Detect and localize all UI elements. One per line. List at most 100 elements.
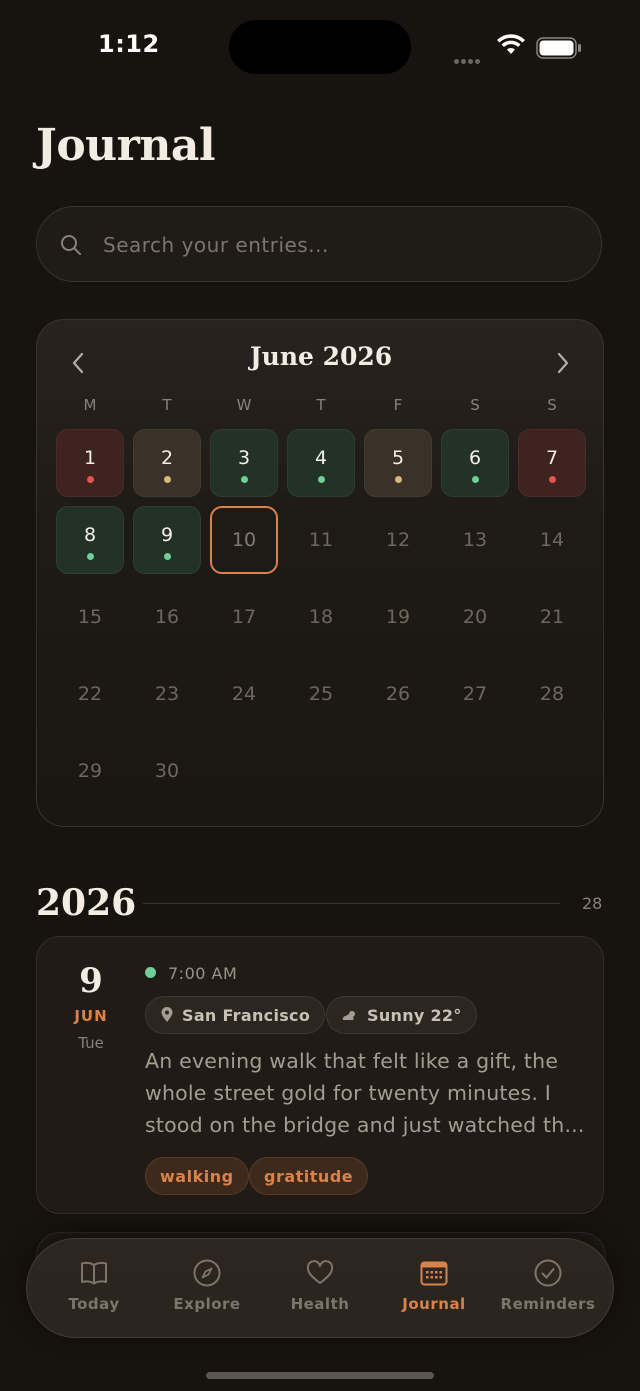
weather-partly-sunny-icon	[342, 1011, 355, 1020]
calendar-day-number: 11	[308, 529, 334, 551]
calendar-icon	[420, 1261, 448, 1286]
calendar-day-number: 20	[462, 606, 488, 628]
entry-time: 7:00 AM	[168, 964, 238, 983]
tag-chip[interactable]: walking	[145, 1157, 249, 1195]
tab-today[interactable]: Today	[37, 1257, 151, 1323]
weather-label: Sunny 22°	[367, 1005, 462, 1025]
page-title: Journal	[36, 120, 216, 171]
calendar-day-number: 29	[77, 760, 103, 782]
search-input[interactable]	[101, 207, 575, 283]
book-icon	[81, 1261, 107, 1285]
location-pin-icon	[161, 1007, 173, 1022]
mood-dot	[241, 476, 248, 483]
search-bar[interactable]	[36, 206, 602, 283]
calendar-day-number: 8	[83, 524, 97, 546]
calendar-day[interactable]: 11	[287, 506, 355, 574]
calendar-day-number: 23	[154, 683, 180, 705]
calendar-day-number: 3	[237, 447, 251, 469]
status-bar: 1:12	[0, 0, 640, 90]
location-chip[interactable]: San Francisco	[145, 996, 326, 1034]
calendar-day[interactable]: 16	[133, 583, 201, 651]
calendar-day-today[interactable]: 10	[210, 506, 278, 574]
calendar-day[interactable]: 13	[441, 506, 509, 574]
mood-dot	[549, 476, 556, 483]
calendar-day[interactable]: 2	[133, 429, 201, 497]
calendar-day[interactable]: 7	[518, 429, 586, 497]
weekday-label: S	[470, 396, 480, 414]
weekday-label: W	[236, 396, 252, 414]
calendar-day[interactable]: 24	[210, 660, 278, 728]
calendar-day[interactable]: 18	[287, 583, 355, 651]
entry-count: 28	[582, 894, 603, 913]
mood-dot	[472, 476, 479, 483]
calendar-day[interactable]: 15	[56, 583, 124, 651]
location-label: San Francisco	[182, 1005, 311, 1025]
tag-chip[interactable]: gratitude	[249, 1157, 369, 1195]
calendar-day[interactable]: 30	[133, 737, 201, 805]
calendar-day[interactable]: 12	[364, 506, 432, 574]
calendar-day[interactable]: 5	[364, 429, 432, 497]
divider	[143, 903, 560, 904]
tab-explore[interactable]: Explore	[150, 1257, 264, 1323]
calendar-day[interactable]: 23	[133, 660, 201, 728]
calendar-day[interactable]: 22	[56, 660, 124, 728]
calendar-day-number: 1	[83, 447, 97, 469]
calendar-day[interactable]: 29	[56, 737, 124, 805]
calendar-day[interactable]: 1	[56, 429, 124, 497]
entry-month: JUN	[74, 1007, 108, 1025]
tab-reminders[interactable]: Reminders	[491, 1257, 605, 1323]
wifi-icon	[497, 34, 525, 54]
journal-entry-card[interactable]: 9 JUN Tue 7:00 AM San Francisco Sunny 22…	[36, 936, 604, 1214]
mood-dot	[145, 967, 156, 978]
calendar-day[interactable]: 8	[56, 506, 124, 574]
next-month-button[interactable]	[548, 348, 578, 378]
calendar-day-number: 17	[231, 606, 257, 628]
dynamic-island	[229, 20, 411, 74]
battery-icon	[536, 37, 581, 59]
calendar-day-number: 4	[314, 447, 328, 469]
calendar-day-number: 10	[231, 529, 257, 551]
calendar-day-number: 16	[154, 606, 180, 628]
calendar-day-number: 6	[468, 447, 482, 469]
weekday-label: T	[162, 396, 172, 414]
weekday-label: T	[316, 396, 326, 414]
calendar-day-number: 19	[385, 606, 411, 628]
home-indicator	[206, 1372, 434, 1379]
calendar-day[interactable]: 9	[133, 506, 201, 574]
tab-health[interactable]: Health	[263, 1257, 377, 1323]
calendar-day[interactable]: 17	[210, 583, 278, 651]
calendar-day-number: 14	[539, 529, 565, 551]
weather-chip[interactable]: Sunny 22°	[326, 996, 477, 1034]
calendar-day-number: 22	[77, 683, 103, 705]
chevron-right-icon	[557, 352, 569, 374]
calendar-day[interactable]: 25	[287, 660, 355, 728]
entry-preview-line: stood on the bridge and just watched th.…	[145, 1113, 585, 1137]
calendar-day-number: 15	[77, 606, 103, 628]
calendar-day-number: 27	[462, 683, 488, 705]
check-circle-icon	[534, 1259, 562, 1287]
tab-label: Health	[290, 1295, 350, 1313]
search-icon	[61, 235, 81, 255]
tab-label: Today	[68, 1295, 120, 1313]
mood-dot	[395, 476, 402, 483]
calendar-day[interactable]: 19	[364, 583, 432, 651]
calendar-day[interactable]: 27	[441, 660, 509, 728]
calendar-day[interactable]: 14	[518, 506, 586, 574]
tab-label: Reminders	[500, 1295, 596, 1313]
calendar-day-number: 18	[308, 606, 334, 628]
calendar-day-number: 9	[160, 524, 174, 546]
mood-dot	[87, 476, 94, 483]
tab-label: Journal	[402, 1295, 466, 1313]
calendar-day[interactable]: 4	[287, 429, 355, 497]
calendar-day[interactable]: 21	[518, 583, 586, 651]
entry-preview-text: An evening walk that felt like a gift, t…	[145, 1045, 585, 1141]
calendar-day[interactable]: 6	[441, 429, 509, 497]
calendar-day[interactable]: 3	[210, 429, 278, 497]
mood-dot	[164, 553, 171, 560]
calendar-day-number: 2	[160, 447, 174, 469]
calendar-day[interactable]: 26	[364, 660, 432, 728]
mood-dot	[318, 476, 325, 483]
tab-journal[interactable]: Journal	[377, 1257, 491, 1323]
calendar-day[interactable]: 20	[441, 583, 509, 651]
calendar-day[interactable]: 28	[518, 660, 586, 728]
